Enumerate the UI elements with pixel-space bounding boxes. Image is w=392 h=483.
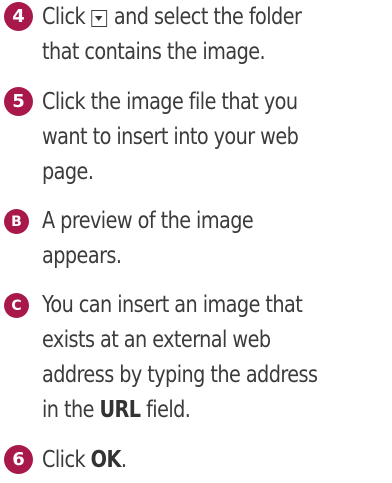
step-text: Click OK. xyxy=(42,443,362,478)
callout-text: You can insert an image that exists at a… xyxy=(42,288,362,428)
step-text-fragment: and select the folder xyxy=(113,4,302,30)
step-text-line: want to insert into your web xyxy=(42,124,299,150)
step-text: Click and select the folder that contain… xyxy=(42,0,362,70)
callout-text-line: in the URL field. xyxy=(42,393,362,428)
step-text-line: Click the image file that you xyxy=(42,89,298,115)
callout-text-line: exists at an external web xyxy=(42,327,271,353)
callout-letter-badge: C xyxy=(4,293,29,318)
step-text-line: that contains the image. xyxy=(42,39,266,65)
step-text-fragment: Click xyxy=(42,447,86,473)
callout-c: C You can insert an image that exists at… xyxy=(4,288,386,428)
step-text-fragment: Click xyxy=(42,4,86,30)
dropdown-arrow-icon xyxy=(91,10,108,27)
callout-b: B A preview of the image appears. xyxy=(4,204,386,274)
callout-text-fragment: field. xyxy=(146,397,191,423)
step-number-badge: 6 xyxy=(4,445,33,474)
step-6: 6 Click OK. xyxy=(4,443,386,478)
callout-text-line: A preview of the image xyxy=(42,208,254,234)
callout-text-line: You can insert an image that xyxy=(42,292,303,318)
step-text-line: Click and select the folder xyxy=(42,0,362,35)
step-number-badge: 5 xyxy=(4,87,33,116)
step-text-fragment: . xyxy=(120,447,127,473)
step-text: Click the image file that you want to in… xyxy=(42,85,362,190)
callout-text-fragment: in the xyxy=(42,397,94,423)
step-4: 4 Click and select the folder that conta… xyxy=(4,0,386,70)
step-text-line: page. xyxy=(42,159,94,185)
callout-letter-badge: B xyxy=(4,209,29,234)
step-5: 5 Click the image file that you want to … xyxy=(4,85,386,190)
url-field-label: URL xyxy=(99,397,141,423)
step-number-badge: 4 xyxy=(4,2,33,31)
callout-text: A preview of the image appears. xyxy=(42,204,362,274)
callout-text-line: appears. xyxy=(42,243,122,269)
ok-button-label: OK xyxy=(90,447,122,473)
step-text-line: Click OK. xyxy=(42,443,362,478)
callout-text-line: address by typing the address xyxy=(42,362,318,388)
